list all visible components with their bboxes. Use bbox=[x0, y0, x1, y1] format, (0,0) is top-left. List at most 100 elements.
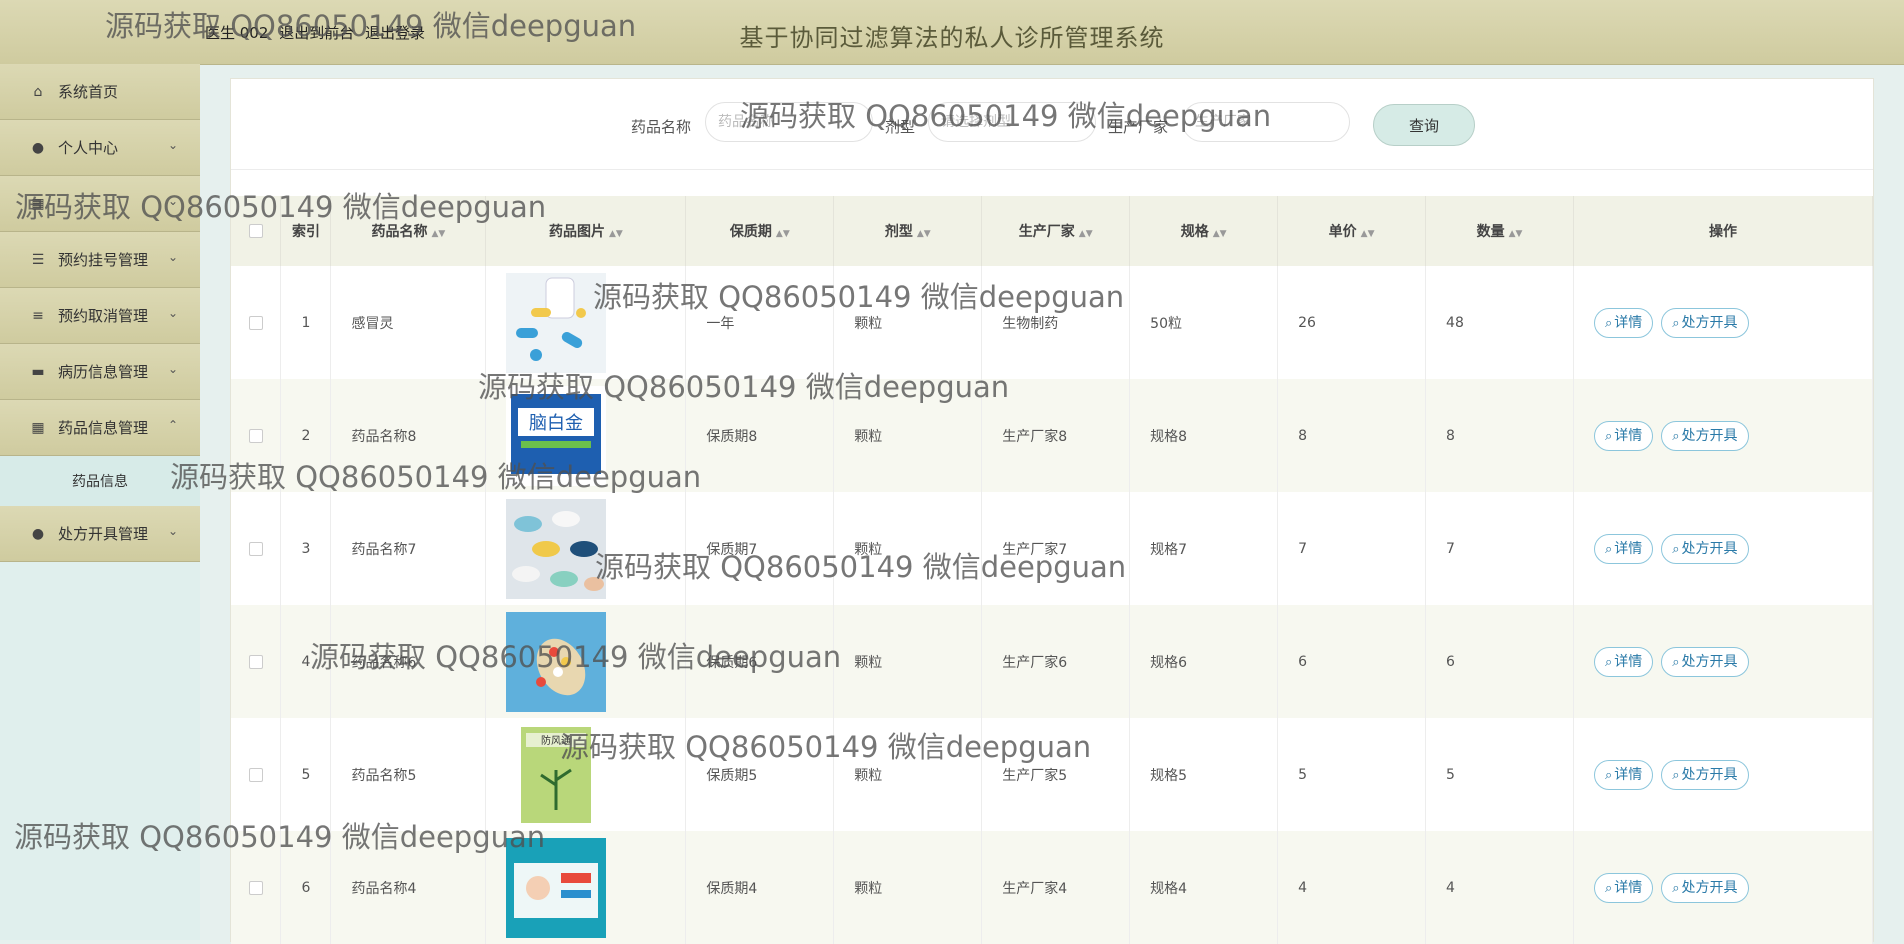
cell-shelf-life: 保质期7 bbox=[685, 492, 835, 605]
cell-index: 1 bbox=[280, 266, 332, 379]
search-icon: ⌕ bbox=[1672, 880, 1680, 896]
row-checkbox[interactable] bbox=[248, 541, 263, 556]
detail-label: 详情 bbox=[1614, 314, 1643, 331]
cell-manufacturer: 生产厂家4 bbox=[981, 831, 1131, 944]
search-icon: ⌕ bbox=[1604, 880, 1613, 896]
cell-spec: 规格5 bbox=[1129, 718, 1279, 831]
sort-icon: ▲▼ bbox=[1078, 229, 1093, 239]
manufacturer-input[interactable] bbox=[1182, 102, 1350, 142]
menu-personal-center[interactable]: ● 个人中心 ⌄ bbox=[0, 120, 200, 176]
prescribe-button[interactable]: ⌕ 处方开具 bbox=[1661, 420, 1749, 451]
detail-button[interactable]: ⌕ 详情 bbox=[1593, 646, 1654, 677]
detail-button[interactable]: ⌕ 详情 bbox=[1593, 307, 1654, 338]
menu-home[interactable]: ⌂ 系统首页 bbox=[0, 64, 200, 120]
cell-price: 5 bbox=[1277, 718, 1427, 831]
row-checkbox[interactable] bbox=[248, 315, 263, 330]
list-icon: ≡ bbox=[32, 307, 44, 324]
dosage-form-label: 剂型 bbox=[885, 118, 916, 136]
search-icon: ⌕ bbox=[1604, 654, 1613, 670]
menu-label: 预约挂号管理 bbox=[58, 251, 149, 269]
cell-drug-name: 药品名称8 bbox=[330, 379, 487, 492]
cell-drug-name: 药品名称5 bbox=[330, 718, 487, 831]
submenu-drug-info[interactable]: 药品信息 bbox=[0, 456, 200, 506]
col-dosage-form[interactable]: 剂型 ▲▼ bbox=[833, 196, 983, 266]
app-title: 基于协同过滤算法的私人诊所管理系统 bbox=[739, 24, 1165, 52]
header-label: 保质期 bbox=[729, 224, 772, 240]
cell-manufacturer: 生物制药 bbox=[981, 266, 1131, 379]
sort-icon: ▲▼ bbox=[1212, 229, 1227, 239]
menu-label: 个人中心 bbox=[58, 139, 119, 157]
detail-label: 详情 bbox=[1614, 427, 1643, 444]
row-select-cell bbox=[231, 605, 282, 718]
cell-dosage-form: 颗粒 bbox=[833, 492, 983, 605]
prescribe-button[interactable]: ⌕ 处方开具 bbox=[1661, 533, 1749, 564]
sort-icon: ▲▼ bbox=[1508, 229, 1523, 239]
cell-drug-image bbox=[485, 266, 687, 379]
menu-obscured[interactable]: ▦ ⌄ bbox=[0, 176, 200, 232]
sort-icon: ▲▼ bbox=[608, 229, 623, 239]
cell-spec: 规格7 bbox=[1129, 492, 1279, 605]
prescribe-button[interactable]: ⌕ 处方开具 bbox=[1661, 759, 1749, 790]
svg-text:脑白金: 脑白金 bbox=[529, 413, 583, 434]
dosage-form-select[interactable] bbox=[928, 102, 1096, 142]
cell-index: 6 bbox=[280, 831, 332, 944]
prescribe-label: 处方开具 bbox=[1681, 540, 1738, 557]
drug-name-input[interactable] bbox=[705, 102, 873, 142]
cell-quantity: 4 bbox=[1425, 831, 1574, 944]
col-price[interactable]: 单价 ▲▼ bbox=[1277, 196, 1427, 266]
detail-label: 详情 bbox=[1614, 653, 1643, 670]
cell-drug-image: 脑白金 bbox=[485, 379, 687, 492]
prescribe-button[interactable]: ⌕ 处方开具 bbox=[1661, 872, 1749, 903]
row-checkbox[interactable] bbox=[248, 654, 263, 669]
cell-dosage-form: 颗粒 bbox=[833, 379, 983, 492]
col-quantity[interactable]: 数量 ▲▼ bbox=[1425, 196, 1574, 266]
col-drug-image[interactable]: 药品图片 ▲▼ bbox=[485, 196, 687, 266]
sort-icon: ▲▼ bbox=[431, 229, 446, 239]
header-label: 数量 bbox=[1476, 224, 1505, 240]
menu-prescription[interactable]: ● 处方开具管理 ⌄ bbox=[0, 506, 200, 562]
select-all-cell bbox=[231, 196, 282, 266]
detail-button[interactable]: ⌕ 详情 bbox=[1593, 872, 1654, 903]
search-icon: ⌕ bbox=[1604, 315, 1613, 331]
sidebar: ⌂ 系统首页 ● 个人中心 ⌄ ▦ ⌄ ☰ 预约挂号管理 ⌄ ≡ 预约取消管理 … bbox=[0, 64, 200, 940]
row-checkbox[interactable] bbox=[248, 767, 263, 782]
row-checkbox[interactable] bbox=[248, 880, 263, 895]
cell-drug-image: 防风通 bbox=[485, 718, 687, 831]
manufacturer-label: 生产厂家 bbox=[1108, 118, 1169, 136]
row-checkbox[interactable] bbox=[248, 428, 263, 443]
detail-button[interactable]: ⌕ 详情 bbox=[1593, 759, 1654, 790]
menu-appointment[interactable]: ☰ 预约挂号管理 ⌄ bbox=[0, 232, 200, 288]
cell-drug-image bbox=[485, 831, 687, 944]
prescribe-label: 处方开具 bbox=[1681, 653, 1738, 670]
cell-spec: 规格8 bbox=[1129, 379, 1279, 492]
menu-drug-info[interactable]: ▦ 药品信息管理 ⌃ bbox=[0, 400, 200, 456]
col-index: 索引 bbox=[280, 196, 332, 266]
drug-image bbox=[506, 837, 607, 938]
menu-cancellation[interactable]: ≡ 预约取消管理 ⌄ bbox=[0, 288, 200, 344]
cell-actions: ⌕ 详情 ⌕ 处方开具 bbox=[1573, 492, 1874, 605]
prescribe-button[interactable]: ⌕ 处方开具 bbox=[1661, 646, 1749, 677]
menu-medical-records[interactable]: ▬ 病历信息管理 ⌄ bbox=[0, 344, 200, 400]
detail-button[interactable]: ⌕ 详情 bbox=[1593, 533, 1654, 564]
cell-price: 7 bbox=[1277, 492, 1427, 605]
col-spec[interactable]: 规格 ▲▼ bbox=[1129, 196, 1279, 266]
cell-index: 2 bbox=[280, 379, 332, 492]
select-all-checkbox[interactable] bbox=[248, 224, 263, 238]
col-shelf-life[interactable]: 保质期 ▲▼ bbox=[685, 196, 835, 266]
col-manufacturer[interactable]: 生产厂家 ▲▼ bbox=[981, 196, 1131, 266]
search-button[interactable]: 查询 bbox=[1373, 104, 1475, 146]
chevron-down-icon: ⌄ bbox=[167, 306, 178, 320]
col-drug-name[interactable]: 药品名称 ▲▼ bbox=[330, 196, 487, 266]
cell-index: 5 bbox=[280, 718, 332, 831]
user-icon: ● bbox=[31, 525, 45, 542]
chevron-down-icon: ⌄ bbox=[167, 362, 178, 376]
cell-actions: ⌕ 详情 ⌕ 处方开具 bbox=[1573, 605, 1874, 718]
detail-button[interactable]: ⌕ 详情 bbox=[1593, 420, 1654, 451]
menu-label: 预约取消管理 bbox=[58, 307, 149, 325]
cell-shelf-life: 一年 bbox=[685, 266, 835, 379]
chevron-down-icon: ⌄ bbox=[167, 194, 178, 208]
drug-image bbox=[506, 611, 607, 712]
search-icon: ⌕ bbox=[1672, 541, 1680, 557]
prescribe-button[interactable]: ⌕ 处方开具 bbox=[1661, 307, 1749, 338]
cell-dosage-form: 颗粒 bbox=[833, 266, 983, 379]
